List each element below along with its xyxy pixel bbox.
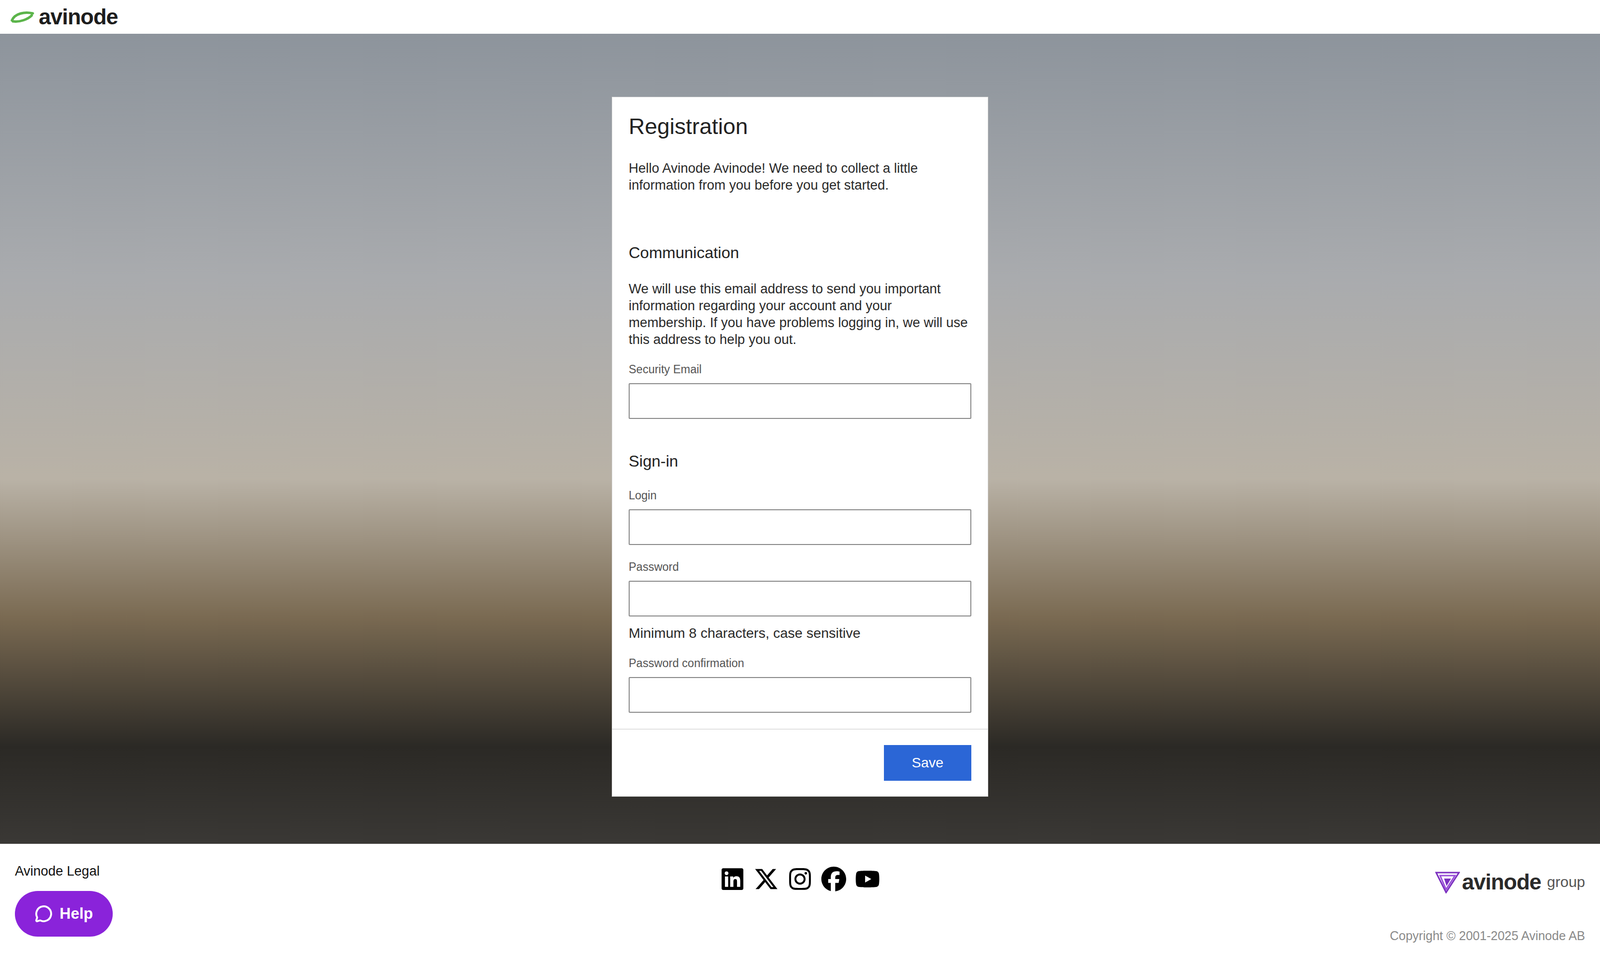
field-label: Security Email [628, 363, 972, 377]
hero-background: Registration Hello Avinode Avinode! We ne… [0, 33, 1600, 845]
linkedin-icon [720, 867, 745, 892]
facebook-icon [821, 867, 847, 892]
form-field: Password confirmation [628, 656, 972, 714]
form-field: Security Email [628, 363, 972, 420]
social-link[interactable] [787, 867, 813, 892]
social-link[interactable] [720, 867, 745, 892]
legal-link[interactable]: Avinode Legal [14, 864, 100, 880]
instagram-icon [787, 867, 813, 892]
section-title: Communication [628, 243, 972, 263]
section-title: Sign-in [628, 451, 972, 471]
footer-right: avinode group Copyright © 2001-2025 Avinod… [879, 864, 1586, 948]
x-icon [753, 867, 779, 892]
registration-card: Registration Hello Avinode Avinode! We ne… [611, 96, 989, 798]
copyright: Copyright © 2001-2025 Avinode AB [1389, 929, 1586, 944]
social-links [720, 864, 880, 948]
card-title: Registration [628, 112, 972, 142]
greeting: Hello Avinode Avinode! We need to collec… [628, 159, 972, 194]
help-button[interactable]: Help [14, 891, 113, 938]
field-hint: Minimum 8 characters, case sensitive [628, 625, 972, 642]
footer: Avinode Legal Help avinode group Copyright ©… [0, 844, 1600, 954]
logo-text: avinode [38, 4, 118, 30]
save-button[interactable]: Save [883, 745, 972, 782]
group-logo-suffix: group [1546, 873, 1586, 891]
avinode-group-logo[interactable]: avinode group [1435, 870, 1586, 895]
social-link[interactable] [855, 867, 880, 892]
page: avinode Registration Hello Avinode Avinode… [0, 0, 1600, 954]
social-link[interactable] [821, 867, 847, 892]
group-logo-icon [1435, 871, 1460, 894]
field-input[interactable] [628, 509, 972, 546]
card-footer: Save [612, 728, 988, 797]
social-link[interactable] [753, 867, 779, 892]
field-input[interactable] [628, 383, 972, 420]
youtube-icon [855, 867, 880, 892]
top-bar: avinode [0, 0, 1600, 34]
chat-icon [34, 905, 53, 924]
field-label: Login [628, 489, 972, 503]
field-input[interactable] [628, 677, 972, 714]
card-body: Registration Hello Avinode Avinode! We ne… [612, 97, 988, 729]
field-label: Password confirmation [628, 656, 972, 671]
field-input[interactable] [628, 581, 972, 617]
form-field: Password Minimum 8 characters, case sensi… [628, 560, 972, 642]
footer-left: Avinode Legal Help [14, 864, 721, 948]
form-field: Login [628, 489, 972, 546]
section-description: We will use this email address to send y… [628, 280, 972, 349]
logo-icon [9, 9, 35, 25]
avinode-logo[interactable]: avinode [9, 4, 118, 30]
group-logo-brand: avinode [1461, 870, 1541, 895]
field-label: Password [628, 560, 972, 575]
